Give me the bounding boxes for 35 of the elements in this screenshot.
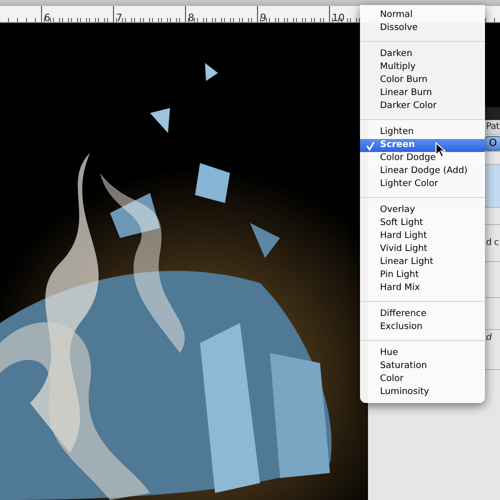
menu-item[interactable]: Hard Mix (360, 282, 485, 295)
menu-item[interactable]: Lighten (360, 126, 485, 139)
menu-item[interactable]: Soft Light (360, 217, 485, 230)
checkmark-icon (366, 141, 375, 151)
panel-text: d c (486, 238, 499, 248)
menu-item[interactable]: Linear Burn (360, 87, 485, 100)
menu-item[interactable]: Lighter Color (360, 178, 485, 191)
panel-tab[interactable]: Pat (486, 122, 500, 132)
menu-item[interactable]: Linear Light (360, 256, 485, 269)
menu-item[interactable]: Color Dodge (360, 152, 485, 165)
menu-item[interactable]: Dissolve (360, 22, 485, 35)
ruler-number: 10 (331, 13, 345, 22)
menu-item[interactable]: Pin Light (360, 269, 485, 282)
menu-item[interactable]: Saturation (360, 360, 485, 373)
menu-item[interactable]: Darker Color (360, 100, 485, 113)
menu-item[interactable]: Exclusion (360, 321, 485, 334)
menu-item[interactable]: Difference (360, 308, 485, 321)
menu-item[interactable]: Luminosity (360, 386, 485, 399)
menu-item[interactable]: Hue (360, 347, 485, 360)
ruler-number: 7 (115, 13, 122, 22)
menu-item[interactable]: Hard Light (360, 230, 485, 243)
menu-item[interactable]: Vivid Light (360, 243, 485, 256)
menu-item[interactable]: Overlay (360, 204, 485, 217)
menu-item[interactable]: Linear Dodge (Add) (360, 165, 485, 178)
menu-item[interactable]: Darken (360, 48, 485, 61)
menu-item[interactable]: Color Burn (360, 74, 485, 87)
ruler-number: 8 (187, 13, 194, 22)
ruler-number: 9 (259, 13, 266, 22)
menu-item[interactable]: Normal (360, 9, 485, 22)
panel-text: d (486, 333, 492, 343)
cursor-icon (435, 142, 446, 158)
ruler-number: 6 (43, 13, 50, 22)
menu-item[interactable]: Color (360, 373, 485, 386)
menu-item[interactable]: Multiply (360, 61, 485, 74)
panel-button[interactable]: O (484, 136, 500, 150)
